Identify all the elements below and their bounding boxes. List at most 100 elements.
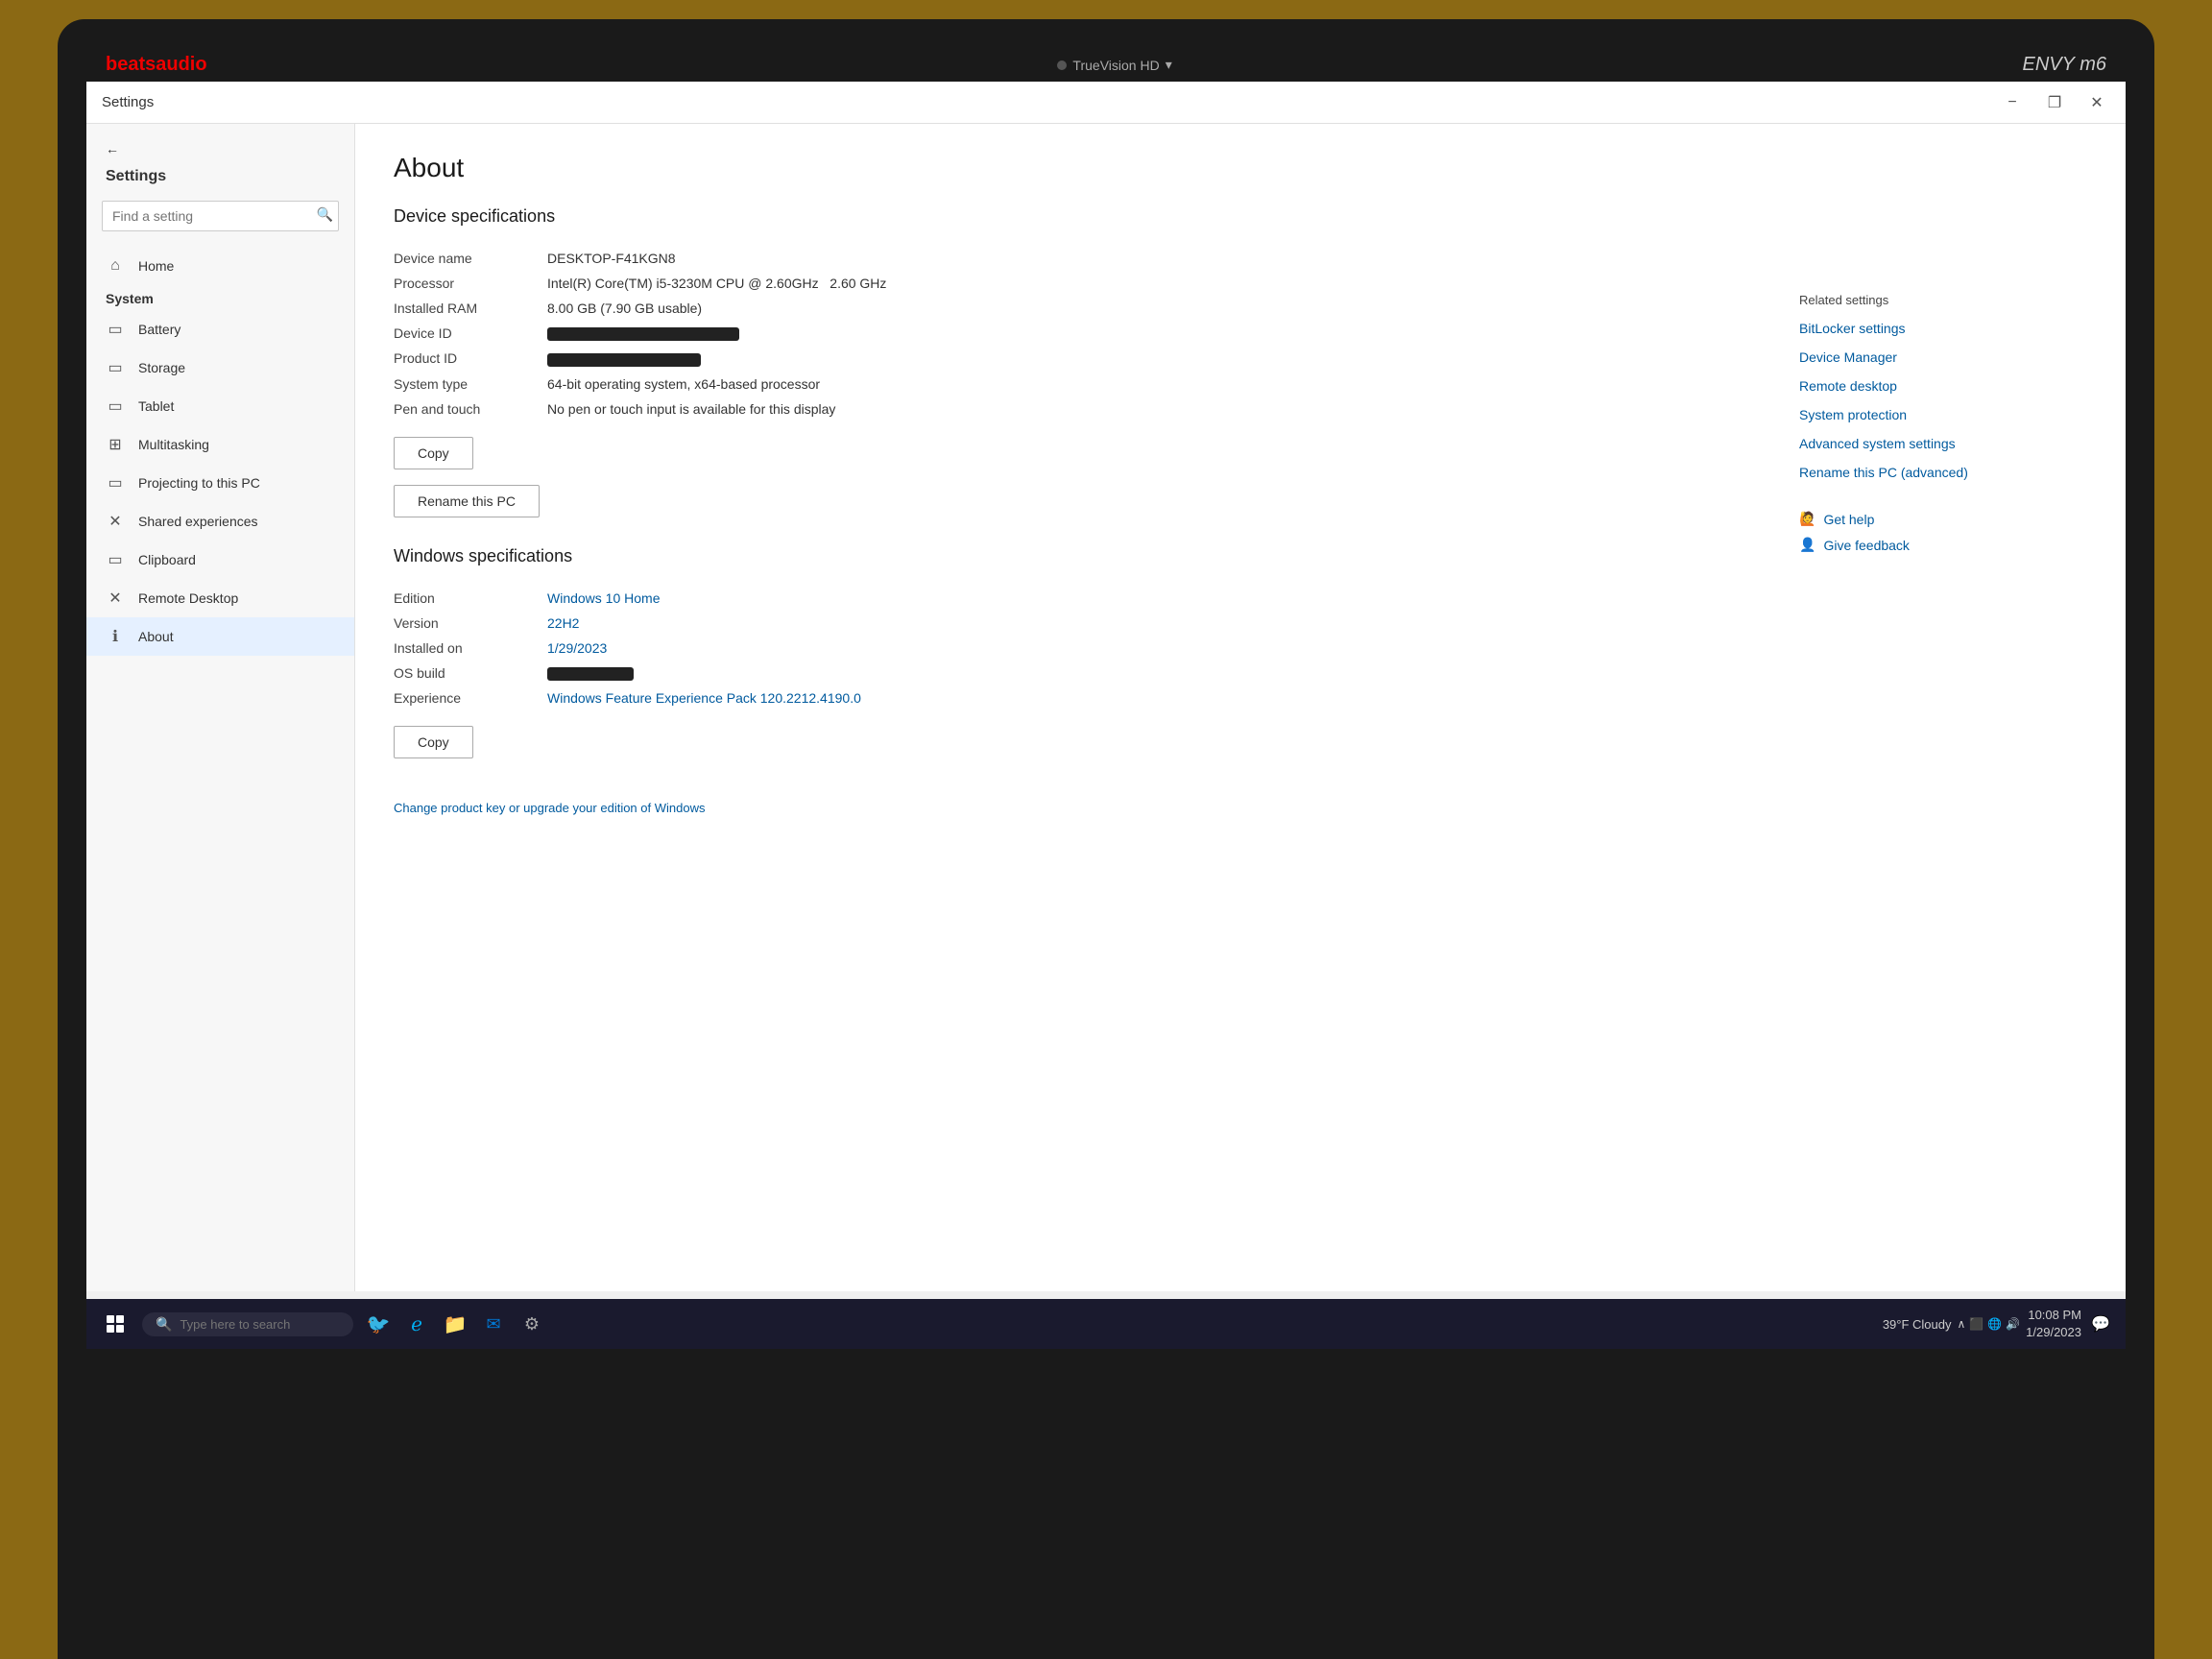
taskbar-icon-settings[interactable]: ⚙ [517,1309,547,1339]
table-row: Installed on 1/29/2023 [394,636,1799,661]
copy-device-specs-button[interactable]: Copy [394,437,473,469]
back-button[interactable]: ← [86,133,354,164]
sidebar-item-home[interactable]: ⌂ Home [86,247,354,285]
spec-value: 22H2 [547,611,1799,636]
system-tray: ∧ ⬛ 🌐 🔊 [1958,1317,2021,1331]
camera-dot [1057,60,1067,70]
get-help-item[interactable]: 🙋 Get help [1799,511,2049,527]
sidebar-item-battery-label: Battery [138,322,180,337]
sidebar-item-storage[interactable]: ▭ Storage [86,349,354,387]
taskbar-search-container: 🔍 [142,1312,353,1336]
spec-label: OS build [394,661,547,685]
camera-indicator: TrueVision HD ▾ [1057,57,1171,73]
tray-chevron[interactable]: ∧ [1958,1317,1966,1331]
tablet-icon: ▭ [106,397,125,416]
sidebar-item-about-label: About [138,629,174,644]
spec-label: System type [394,372,547,397]
system-protection-link[interactable]: System protection [1799,407,2049,422]
notification-button[interactable]: 💬 [2087,1310,2114,1337]
spec-value: Intel(R) Core(TM) i5-3230M CPU @ 2.60GHz… [547,271,1799,296]
tray-icon-volume[interactable]: 🔊 [2006,1317,2020,1331]
clipboard-icon: ▭ [106,550,125,569]
taskbar-icon-bird[interactable]: 🐦 [363,1309,394,1339]
sidebar-item-about[interactable]: ℹ About [86,617,354,656]
sidebar-item-shared[interactable]: ✕ Shared experiences [86,502,354,541]
page-title: About [394,153,2087,183]
taskbar-search-icon: 🔍 [156,1316,172,1333]
tray-icon-taskview[interactable]: ⬛ [1969,1317,1984,1331]
sidebar-item-remote[interactable]: ✕ Remote Desktop [86,579,354,617]
content-area: ← Settings 🔍 ⌂ Home System ▭ [86,124,2126,1291]
spec-value-redacted [547,321,1799,346]
restore-button[interactable]: ❐ [2041,89,2068,116]
sidebar: ← Settings 🔍 ⌂ Home System ▭ [86,124,355,1291]
advanced-system-settings-link[interactable]: Advanced system settings [1799,436,2049,451]
spec-label: Version [394,611,547,636]
spec-label: Device ID [394,321,547,346]
spec-value-redacted [547,661,1799,685]
sidebar-item-multitasking-label: Multitasking [138,437,209,452]
table-row: OS build [394,661,1799,685]
minimize-button[interactable]: − [1999,89,2026,116]
spec-label: Installed on [394,636,547,661]
taskbar-icon-edge[interactable]: ℯ [401,1309,432,1339]
settings-window-title: Settings [102,94,154,110]
table-row: Experience Windows Feature Experience Pa… [394,685,1799,710]
taskbar: 🔍 🐦 ℯ 📁 ✉ ⚙ 39°F Cloudy ∧ ⬛ 🌐 🔊 [86,1299,2126,1349]
feedback-icon: 👤 [1799,537,1815,553]
give-feedback-item[interactable]: 👤 Give feedback [1799,537,2049,553]
related-settings-title: Related settings [1799,293,2049,307]
device-manager-link[interactable]: Device Manager [1799,349,2049,365]
multitasking-icon: ⊞ [106,435,125,454]
spec-value: Windows Feature Experience Pack 120.2212… [547,685,1799,710]
start-button[interactable] [98,1307,132,1341]
taskbar-icon-explorer[interactable]: 📁 [440,1309,470,1339]
sidebar-item-shared-label: Shared experiences [138,514,258,529]
sidebar-item-multitasking[interactable]: ⊞ Multitasking [86,425,354,464]
taskbar-icon-mail[interactable]: ✉ [478,1309,509,1339]
tray-icon-network[interactable]: 🌐 [1987,1317,2002,1331]
sidebar-item-remote-label: Remote Desktop [138,590,238,606]
clock-time: 10:08 PM [2026,1307,2081,1324]
sidebar-item-tablet[interactable]: ▭ Tablet [86,387,354,425]
bitlocker-settings-link[interactable]: BitLocker settings [1799,321,2049,336]
spec-label: Product ID [394,346,547,371]
taskbar-search-input[interactable] [180,1317,333,1332]
sidebar-item-clipboard-label: Clipboard [138,552,196,567]
sidebar-item-battery[interactable]: ▭ Battery [86,310,354,349]
sidebar-item-clipboard[interactable]: ▭ Clipboard [86,541,354,579]
spec-value: 8.00 GB (7.90 GB usable) [547,296,1799,321]
weather-info: 39°F Cloudy [1883,1317,1952,1332]
spec-label: Experience [394,685,547,710]
help-icon: 🙋 [1799,511,1815,527]
table-row: Version 22H2 [394,611,1799,636]
table-row: Edition Windows 10 Home [394,586,1799,611]
sidebar-item-projecting-label: Projecting to this PC [138,475,260,491]
windows-specs-title: Windows specifications [394,546,1799,566]
table-row: Installed RAM 8.00 GB (7.90 GB usable) [394,296,1799,321]
laptop-model: ENVY m6 [2023,54,2106,76]
device-specs-table: Device name DESKTOP-F41KGN8 Processor In… [394,246,1799,421]
rename-pc-button[interactable]: Rename this PC [394,485,540,517]
table-row: Processor Intel(R) Core(TM) i5-3230M CPU… [394,271,1799,296]
rename-pc-advanced-link[interactable]: Rename this PC (advanced) [1799,465,2049,480]
table-row: Device name DESKTOP-F41KGN8 [394,246,1799,271]
search-input[interactable] [102,201,339,231]
main-content-wrapper: Device specifications Device name DESKTO… [394,206,2087,815]
clock[interactable]: 10:08 PM 1/29/2023 [2026,1307,2081,1341]
spec-value-redacted [547,346,1799,371]
spec-value: No pen or touch input is available for t… [547,397,1799,421]
clock-date: 1/29/2023 [2026,1324,2081,1341]
table-row: Pen and touch No pen or touch input is a… [394,397,1799,421]
change-product-key-link[interactable]: Change product key or upgrade your editi… [394,801,1799,815]
device-specs-title: Device specifications [394,206,1799,227]
screen: Settings − ❐ ✕ ← Settings [86,82,2126,1349]
taskbar-right: 39°F Cloudy ∧ ⬛ 🌐 🔊 10:08 PM 1/29/2023 💬 [1883,1307,2114,1341]
main-panel: About Device specifications Device name … [355,124,2126,1291]
spec-label: Installed RAM [394,296,547,321]
remote-desktop-link[interactable]: Remote desktop [1799,378,2049,394]
close-button[interactable]: ✕ [2083,89,2110,116]
sidebar-item-projecting[interactable]: ▭ Projecting to this PC [86,464,354,502]
table-row: Product ID [394,346,1799,371]
copy-windows-specs-button[interactable]: Copy [394,726,473,758]
